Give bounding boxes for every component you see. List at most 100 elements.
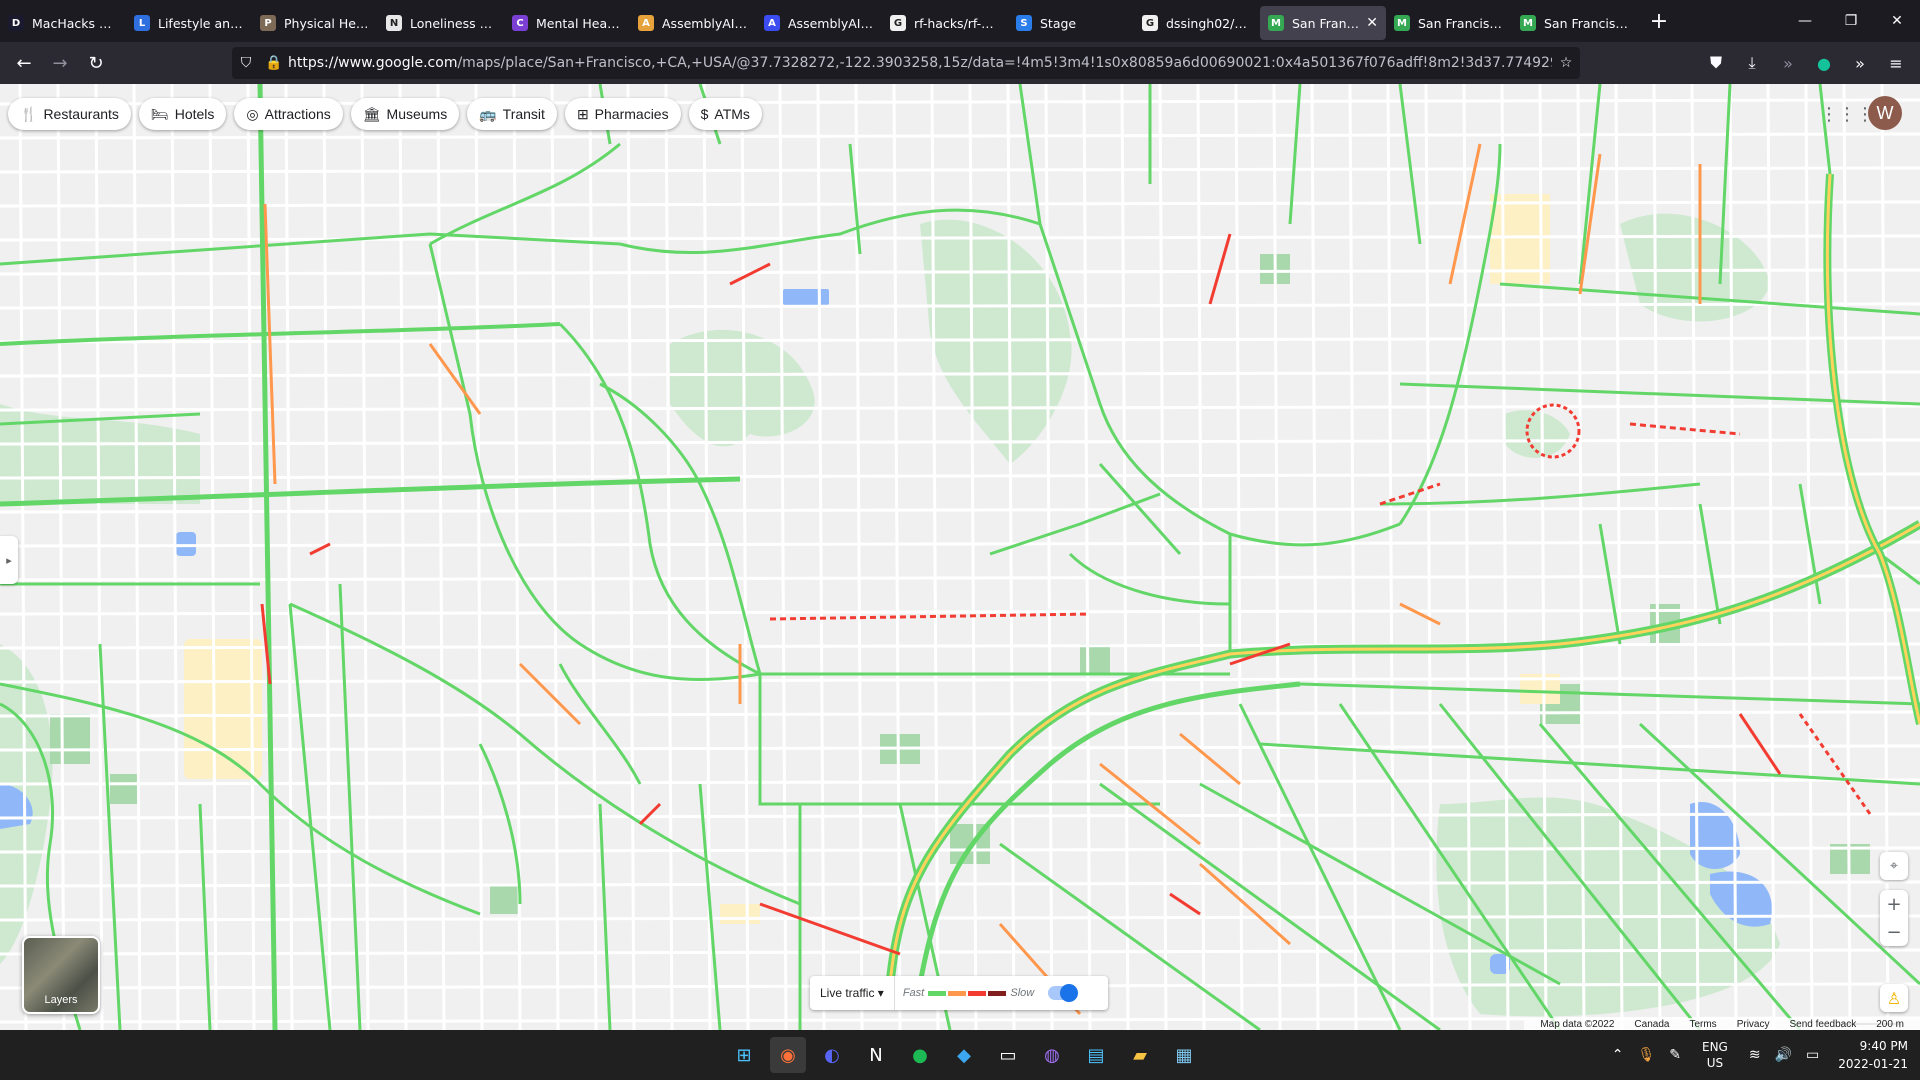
category-chip[interactable]: $ ATMs [688,98,762,130]
discord-icon[interactable]: ◐ [814,1037,850,1073]
download-icon[interactable]: ⤓ [1734,47,1770,79]
browser-tab[interactable]: M San Francisco ✕ [1260,6,1386,40]
category-chip[interactable]: ◎ Attractions [234,98,343,130]
region-link[interactable]: Canada [1634,1019,1669,1030]
street [360,84,370,1030]
restore-icon[interactable]: ❐ [1828,0,1874,42]
street [1006,84,1016,1030]
pocket-icon[interactable]: ⛊ [1698,47,1734,79]
category-chips: 🍴 Restaurants 🛏 Hotels ◎ Attractions 🏛 Museums 🚌… [8,98,762,130]
task-manager-icon[interactable]: ▦ [1166,1037,1202,1073]
close-tab-icon[interactable]: ✕ [1366,15,1378,31]
traffic-road-fast [1259,742,1920,786]
browser-tab[interactable]: A AssemblyAI | Wa [756,6,882,40]
address-bar[interactable]: ⛉ 🔒 https://www.google.com/maps/place/Sa… [232,47,1580,79]
privacy-link[interactable]: Privacy [1737,1019,1770,1030]
bookmark-star-icon[interactable]: ☆ [1552,55,1580,71]
category-chip[interactable]: 🛏 Hotels [138,98,227,130]
terminal-icon[interactable]: ▭ [990,1037,1026,1073]
github-desktop-icon[interactable]: ◍ [1034,1037,1070,1073]
street [1424,84,1434,1030]
grammarly-icon[interactable]: ● [1806,47,1842,79]
map-graphic[interactable] [0,84,1920,1030]
browser-tab[interactable]: Gdssingh02/Mach [1134,6,1260,40]
tab-title: San Francisco [1292,15,1360,31]
category-chip[interactable]: 🏛 Museums [350,98,460,130]
pen-icon[interactable]: ✎ [1669,1047,1681,1063]
street [170,84,180,1030]
zoom-in-button[interactable]: + [1880,890,1908,918]
water-reservoir [783,289,829,305]
pegman-icon[interactable]: ♙ [1880,984,1908,1012]
battery-icon[interactable]: ▭ [1806,1047,1819,1063]
microphone-icon[interactable]: 🎙 [1637,1047,1655,1063]
layers-button[interactable]: Layers [22,936,100,1014]
browser-tab[interactable]: Grf-hacks/rf-bsm [882,6,1008,40]
street [1082,84,1092,1030]
notion-icon[interactable]: N [858,1037,894,1073]
browser-tab[interactable]: M San Francisco - C [1386,6,1512,40]
browser-tab[interactable]: L Lifestyle and me [126,6,252,40]
browser-tab[interactable]: C Mental Health ar [504,6,630,40]
browser-tab[interactable]: S Stage [1008,6,1134,40]
avatar[interactable]: W [1868,96,1902,130]
street [1348,84,1358,1030]
spotify-icon[interactable]: ● [902,1037,938,1073]
category-chip[interactable]: 🍴 Restaurants [8,98,131,130]
traffic-road-fast [198,803,212,1030]
start-icon[interactable]: ⊞ [726,1037,762,1073]
file-explorer-icon[interactable]: ▰ [1122,1037,1158,1073]
my-location-icon[interactable]: ⌖ [1880,852,1908,880]
lock-icon[interactable]: 🔒 [260,55,288,71]
street [1196,84,1206,1030]
street [208,84,218,1030]
browser-tab[interactable]: P Physical Health a [252,6,378,40]
street [0,642,1920,650]
side-panel-toggle[interactable]: ▸ [0,536,18,584]
clock-time: 9:40 PM [1859,1039,1908,1053]
more-tools-icon[interactable]: » [1842,47,1878,79]
back-icon[interactable]: ← [6,47,42,79]
traffic-road-fast [1238,703,1402,1030]
chevron-up-icon[interactable]: ⌃ [1612,1047,1624,1063]
tab-bar: D MacHacks 2: Ma L Lifestyle and me P Physica… [0,0,1920,42]
wifi-icon[interactable]: ≋ [1749,1047,1761,1063]
tab-favicon-icon: G [890,15,906,31]
browser-tab[interactable]: A AssemblyAI Hack [630,6,756,40]
street [1044,84,1054,1030]
street [322,84,332,1030]
traffic-mode-dropdown[interactable]: Live traffic ▾ [810,976,895,1010]
zoom-out-button[interactable]: − [1880,918,1908,946]
map-canvas[interactable]: 🍴 Restaurants 🛏 Hotels ◎ Attractions 🏛 Museums 🚌… [0,84,1920,1030]
notepad-icon[interactable]: ▤ [1078,1037,1114,1073]
browser-tab[interactable]: N Loneliness and s [378,6,504,40]
forward-extension-icon[interactable]: » [1770,47,1806,79]
clock[interactable]: 9:40 PM 2022-01-21 [1838,1037,1908,1073]
firefox-icon[interactable]: ◉ [770,1037,806,1073]
legend-swatch-medium [948,990,967,996]
tab-title: AssemblyAI Hack [662,15,748,31]
vscode-icon[interactable]: ◆ [946,1037,982,1073]
traffic-toggle[interactable] [1048,984,1079,1002]
browser-tab[interactable]: M San Francisco - C [1512,6,1638,40]
street [740,84,750,1030]
url-text[interactable]: https://www.google.com/maps/place/San+Fr… [288,55,1552,71]
close-window-icon[interactable]: ✕ [1874,0,1920,42]
google-apps-icon[interactable]: ⋮⋮⋮ [1820,104,1874,125]
menu-icon[interactable]: ≡ [1878,47,1914,79]
terms-link[interactable]: Terms [1689,1019,1716,1030]
language-indicator[interactable]: ENG US [1702,1039,1728,1071]
street [1310,84,1320,1030]
category-chip[interactable]: ⊞ Pharmacies [564,98,681,130]
send-feedback-link[interactable]: Send feedback [1789,1019,1856,1030]
street [398,84,408,1030]
category-chip[interactable]: 🚌 Transit [467,98,557,130]
clock-date: 2022-01-21 [1838,1057,1908,1071]
shield-icon[interactable]: ⛉ [232,55,260,71]
volume-icon[interactable]: 🔊 [1775,1047,1792,1063]
browser-tab[interactable]: D MacHacks 2: Ma [0,6,126,40]
reload-icon[interactable]: ↻ [78,47,114,79]
minimize-icon[interactable]: — [1782,0,1828,42]
new-tab-icon[interactable]: + [1642,9,1676,34]
forward-icon[interactable]: → [42,47,78,79]
